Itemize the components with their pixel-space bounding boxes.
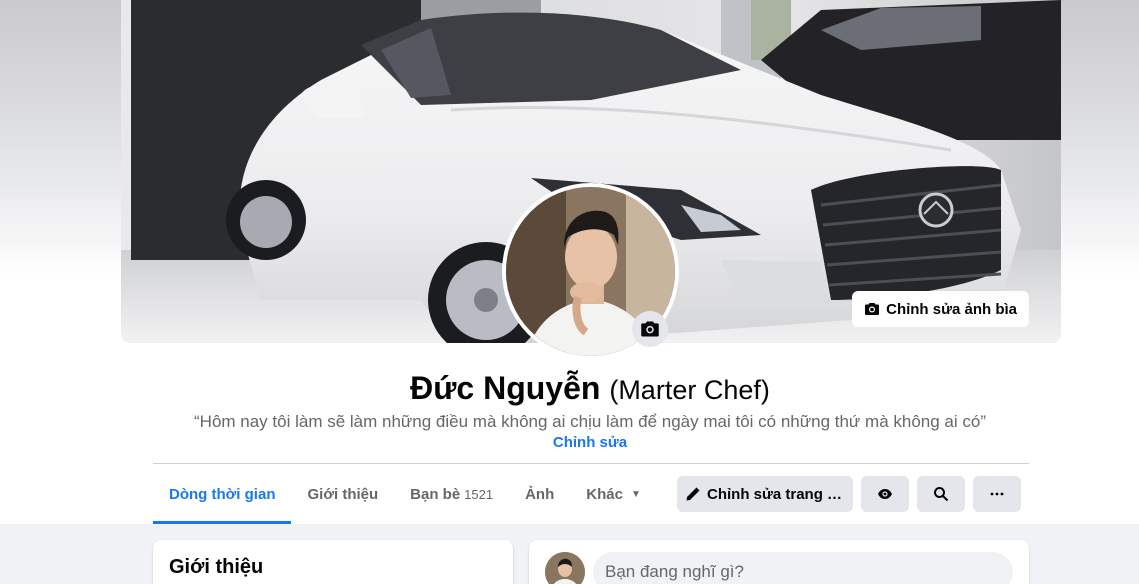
edit-cover-button[interactable]: Chỉnh sửa ảnh bìa	[852, 291, 1029, 327]
edit-profile-button[interactable]: Chỉnh sửa trang cá n...	[677, 476, 853, 512]
caret-down-icon: ▼	[630, 488, 641, 500]
eye-icon	[878, 489, 892, 499]
pencil-icon	[686, 487, 700, 501]
tab-about[interactable]: Giới thiệu	[291, 464, 394, 524]
composer-placeholder: Bạn đang nghĩ gì?	[605, 562, 744, 581]
profile-bio: “Hôm nay tôi làm sẽ làm những điều mà kh…	[194, 412, 986, 431]
intro-card: Giới thiệu	[153, 540, 513, 584]
intro-title: Giới thiệu	[169, 556, 264, 578]
edit-profile-label: Chỉnh sửa trang cá n...	[707, 485, 845, 503]
profile-actions: Chỉnh sửa trang cá n...	[677, 476, 1021, 512]
edit-bio-link-wrap: Chỉnh sửa	[0, 433, 1139, 453]
tab-friends[interactable]: Bạn bè 1521	[394, 464, 509, 524]
view-as-button[interactable]	[861, 476, 909, 512]
camera-icon	[641, 321, 659, 337]
search-icon	[934, 487, 949, 502]
profile-name: Đức Nguyễn (Marter Chef)	[0, 368, 1139, 410]
tab-label: Dòng thời gian	[169, 485, 276, 503]
tab-label: Khác	[586, 485, 623, 503]
tab-timeline[interactable]: Dòng thời gian	[153, 464, 292, 524]
tab-label: Ảnh	[525, 485, 555, 503]
composer-avatar[interactable]	[545, 552, 585, 584]
camera-icon	[865, 303, 880, 315]
friends-count: 1521	[464, 486, 494, 502]
more-icon	[990, 492, 1004, 496]
profile-name-text: Đức Nguyễn	[410, 370, 601, 406]
post-composer-card: Bạn đang nghĩ gì?	[529, 540, 1029, 584]
profile-tabs: Dòng thời gian Giới thiệu Bạn bè 1521 Ản…	[153, 464, 657, 524]
more-options-button[interactable]	[973, 476, 1021, 512]
tab-photos[interactable]: Ảnh	[509, 464, 570, 524]
search-profile-button[interactable]	[917, 476, 965, 512]
tab-label: Bạn bè	[410, 485, 461, 503]
tab-label: Giới thiệu	[307, 485, 379, 503]
alternate-name: (Marter Chef)	[609, 375, 770, 405]
post-composer-input[interactable]: Bạn đang nghĩ gì?	[593, 552, 1013, 584]
edit-cover-label: Chỉnh sửa ảnh bìa	[886, 300, 1017, 318]
tab-more[interactable]: Khác ▼	[570, 464, 657, 524]
update-profile-picture-button[interactable]	[632, 311, 668, 347]
edit-bio-link[interactable]: Chỉnh sửa	[553, 434, 627, 451]
